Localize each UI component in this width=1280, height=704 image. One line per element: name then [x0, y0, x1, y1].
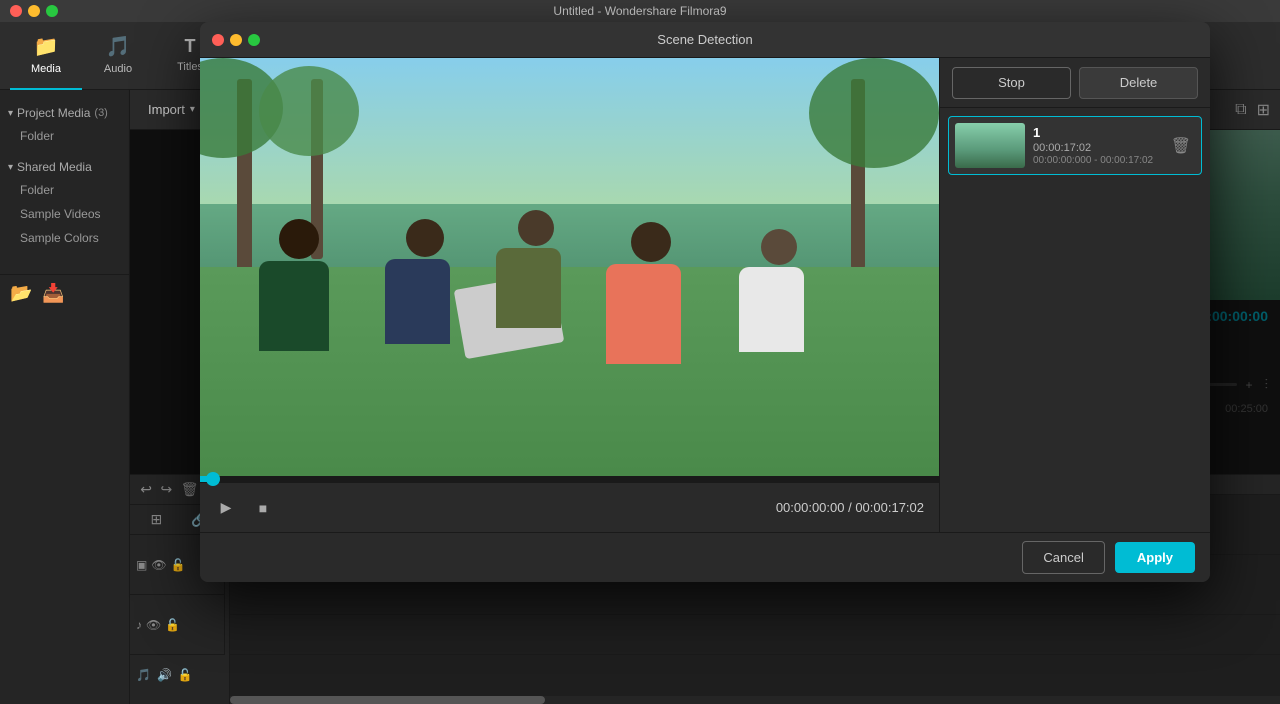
sidebar-item-folder-shared[interactable]: Folder — [0, 178, 129, 202]
scene-thumb-image — [955, 123, 1025, 168]
eye-icon-2[interactable]: 👁 — [146, 618, 161, 632]
toolbar-label-media: Media — [31, 63, 61, 75]
add-track-icon[interactable]: ⊞ — [150, 511, 162, 528]
undo-icon[interactable]: ↩ — [140, 481, 152, 498]
redo-icon[interactable]: ↪ — [160, 481, 172, 498]
sidebar-section-label-shared-media: Shared Media — [17, 160, 92, 174]
audio-track-icon: ♪ — [136, 618, 142, 632]
scene-info: 1 00:00:17:02 00:00:00:000 - 00:00:17:02 — [1033, 125, 1159, 166]
import-folder-icon[interactable]: 📥 — [42, 283, 64, 304]
modal-maximize-button[interactable] — [248, 34, 260, 46]
main-area: ▾ Project Media (3) Folder ▾ Shared Medi… — [0, 90, 1280, 704]
sidebar-item-folder-project[interactable]: Folder — [0, 124, 129, 148]
traffic-lights — [10, 5, 58, 17]
modal-playback-controls: ▶ ■ 00:00:00:00 / 00:00:17:02 — [200, 482, 939, 532]
modal-titlebar: Scene Detection — [200, 22, 1210, 58]
toolbar-label-audio: Audio — [104, 63, 132, 75]
scene-detection-modal: Scene Detection — [200, 22, 1210, 582]
scene-item[interactable]: 1 00:00:17:02 00:00:00:000 - 00:00:17:02… — [948, 116, 1202, 175]
eye-icon[interactable]: 👁 — [151, 558, 166, 572]
modal-right-panel: Stop Delete 1 00:0 — [940, 58, 1210, 532]
video-progress-fill — [200, 476, 215, 482]
audio-icon: 🎵 — [106, 34, 131, 59]
media-icon: 📁 — [34, 34, 59, 59]
sidebar-section-header-project-media[interactable]: ▾ Project Media (3) — [0, 102, 129, 124]
close-button[interactable] — [10, 5, 22, 17]
delete-icon[interactable]: 🗑 — [181, 481, 199, 498]
modal-timecode: 00:00:00:00 / 00:00:17:02 — [776, 500, 924, 515]
content-area: Import ▾ Record ▾ ⧉ ⊞ — [130, 90, 1280, 704]
modal-footer: Cancel Apply — [200, 532, 1210, 582]
scene-preview-image — [200, 58, 939, 476]
modal-action-buttons: Stop Delete — [940, 58, 1210, 108]
project-media-count: (3) — [94, 107, 107, 119]
sidebar-section-project-media: ▾ Project Media (3) Folder — [0, 98, 129, 152]
modal-traffic-lights — [212, 34, 260, 46]
scene-delete-icon[interactable]: 🗑 — [1167, 132, 1195, 160]
volume-track-icon[interactable]: 🔊 — [157, 668, 172, 682]
scene-duration: 00:00:17:02 — [1033, 142, 1159, 154]
chevron-down-icon: ▾ — [8, 108, 13, 119]
video-progress-thumb — [206, 472, 220, 486]
maximize-button[interactable] — [46, 5, 58, 17]
minimize-button[interactable] — [28, 5, 40, 17]
add-folder-icon[interactable]: 📂 — [10, 283, 32, 304]
delete-scene-button[interactable]: Delete — [1079, 67, 1198, 99]
sub-toolbar-right: ⧉ ⊞ — [1235, 100, 1270, 120]
title-bar: Untitled - Wondershare Filmora9 — [0, 0, 1280, 22]
import-chevron-icon: ▾ — [190, 104, 195, 115]
stop-detection-button[interactable]: Stop — [952, 67, 1071, 99]
scene-number: 1 — [1033, 125, 1159, 140]
chevron-down-icon-2: ▾ — [8, 162, 13, 173]
music-icon: 🎵 — [136, 668, 151, 682]
lock-icon-3[interactable]: 🔓 — [178, 668, 193, 682]
sidebar-item-sample-videos[interactable]: Sample Videos — [0, 202, 129, 226]
app-title: Untitled - Wondershare Filmora9 — [553, 4, 726, 18]
lock-icon[interactable]: 🔓 — [171, 558, 186, 572]
scene-range: 00:00:00:000 - 00:00:17:02 — [1033, 155, 1159, 166]
grid-icon[interactable]: ⊞ — [1257, 100, 1270, 120]
modal-close-button[interactable] — [212, 34, 224, 46]
import-label: Import — [148, 102, 185, 117]
sidebar: ▾ Project Media (3) Folder ▾ Shared Medi… — [0, 90, 130, 704]
import-button[interactable]: Import ▾ — [140, 98, 203, 121]
editor-area: } 00:00:00:00 ⬜ 📷 🔊 ⛶ − + ⫶ — [130, 130, 1280, 474]
toolbar-item-media[interactable]: 📁 Media — [10, 22, 82, 90]
cancel-button[interactable]: Cancel — [1022, 541, 1104, 574]
sidebar-section-label-project-media: Project Media — [17, 106, 90, 120]
sidebar-item-sample-colors[interactable]: Sample Colors — [0, 226, 129, 250]
modal-title: Scene Detection — [657, 32, 752, 47]
video-track-icon: ▣ — [136, 558, 147, 572]
lock-icon-2[interactable]: 🔓 — [165, 618, 180, 632]
apply-button[interactable]: Apply — [1115, 542, 1195, 573]
modal-body: ▶ ■ 00:00:00:00 / 00:00:17:02 Stop Delet… — [200, 58, 1210, 532]
modal-overlay: Scene Detection — [130, 130, 1280, 474]
sidebar-section-header-shared-media[interactable]: ▾ Shared Media — [0, 156, 129, 178]
filter-icon[interactable]: ⧉ — [1235, 101, 1246, 119]
scene-thumbnail — [955, 123, 1025, 168]
modal-video-preview — [200, 58, 939, 476]
play-button[interactable]: ▶ — [215, 497, 237, 519]
video-progress-bar[interactable] — [200, 476, 939, 482]
scene-list: 1 00:00:17:02 00:00:00:000 - 00:00:17:02… — [940, 108, 1210, 532]
modal-minimize-button[interactable] — [230, 34, 242, 46]
titles-icon: T — [185, 36, 196, 57]
stop-button-playback[interactable]: ■ — [252, 497, 274, 519]
toolbar-item-audio[interactable]: 🎵 Audio — [82, 22, 154, 90]
modal-left-panel: ▶ ■ 00:00:00:00 / 00:00:17:02 — [200, 58, 940, 532]
sidebar-section-shared-media: ▾ Shared Media Folder Sample Videos Samp… — [0, 152, 129, 254]
